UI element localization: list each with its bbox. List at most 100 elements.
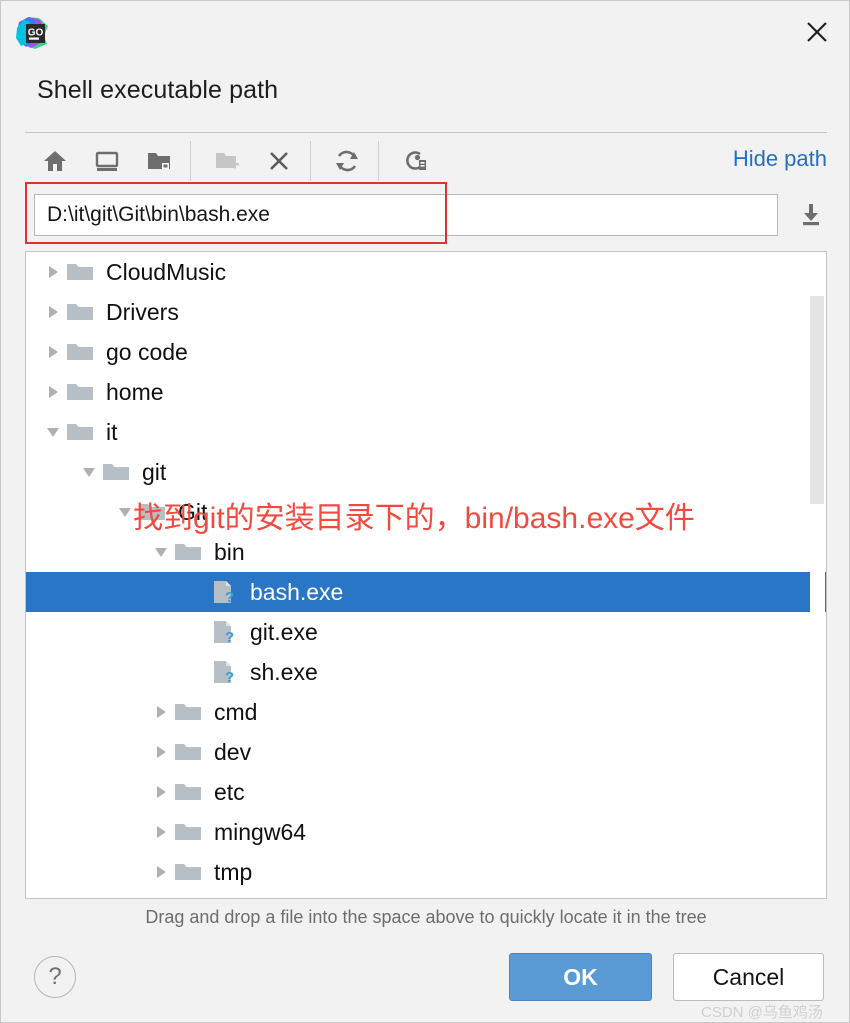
watermark: CSDN @乌鱼鸡汤 [701,1004,823,1021]
tree-row-label: bin [214,538,245,565]
folder-icon [139,504,165,520]
home-icon [44,151,66,171]
chevron-down-icon [83,468,95,477]
unknown-file-icon: ? [214,581,234,605]
tree-row[interactable]: ? git.exe [26,612,826,652]
folder-icon [67,264,93,280]
tree-row-label: go code [106,338,188,365]
tree-row[interactable]: ? sh.exe [26,652,826,692]
tree-row[interactable]: bin [26,532,826,572]
folder-icon [174,532,208,572]
chevron-down-icon [155,548,167,557]
chevron-down-icon[interactable] [148,532,174,572]
tree-row[interactable]: CloudMusic [26,252,826,292]
chevron-down-icon[interactable] [40,412,66,452]
folder-icon [175,864,201,880]
chevron-right-icon[interactable] [40,372,66,412]
tree-row[interactable]: etc [26,772,826,812]
toolbar-divider-2 [310,141,311,181]
folder-icon [67,344,93,360]
chevron-right-icon[interactable] [148,812,174,852]
ok-button[interactable]: OK [509,953,652,1001]
folder-icon [175,784,201,800]
unknown-file-icon: ? [210,572,244,612]
tree-row[interactable]: ? bash.exe [26,572,826,612]
chevron-right-icon[interactable] [148,772,174,812]
tree-twisty-placeholder [184,612,210,652]
new-folder-icon-button [207,142,247,180]
tree-row-label: tmp [214,858,253,885]
desktop-icon-button[interactable] [87,142,127,180]
chevron-right-icon[interactable] [148,852,174,892]
folder-icon [103,464,129,480]
tree-row-label: dev [214,738,252,765]
chevron-right-icon[interactable] [148,732,174,772]
page-title: Shell executable path [37,76,279,104]
goland-logo-icon: GO [15,14,53,52]
tree-scrollbar-thumb[interactable] [810,296,824,504]
tree-row[interactable]: git [26,452,826,492]
tree-row-label: it [106,418,118,445]
chevron-right-icon [49,386,58,398]
tree-row[interactable]: dev [26,732,826,772]
folder-icon [67,384,93,400]
folder-icon [174,732,208,772]
delete-icon-button[interactable] [259,142,299,180]
hide-path-link[interactable]: Hide path [733,146,827,172]
tree-row-label: etc [214,778,245,805]
header-divider [25,132,827,133]
tree-row[interactable]: it [26,412,826,452]
tree-row-label: sh.exe [250,658,318,685]
chevron-right-icon [49,306,58,318]
folder-icon [66,292,100,332]
folder-icon [175,704,201,720]
tree-row-label: Drivers [106,298,179,325]
tree-row-label: git.exe [250,618,318,645]
refresh-icon [336,150,358,172]
svg-text:GO: GO [28,28,44,39]
home-icon-button[interactable] [35,142,75,180]
tree-row[interactable]: home [26,372,826,412]
chevron-right-icon [49,266,58,278]
tree-row[interactable]: mingw64 [26,812,826,852]
delete-icon [270,152,288,170]
show-hidden-icon [406,151,426,170]
unknown-file-icon: ? [214,661,234,685]
tree-row[interactable]: tmp [26,852,826,892]
new-folder-icon [216,153,239,169]
tree-row[interactable]: cmd [26,692,826,732]
refresh-icon-button[interactable] [327,142,367,180]
folder-icon [102,452,136,492]
path-row: D:\it\git\Git\bin\bash.exe [25,182,828,244]
show-hidden-icon-button[interactable] [395,142,435,180]
close-button[interactable] [795,11,839,53]
chevron-right-icon[interactable] [40,252,66,292]
folder-icon [175,824,201,840]
folder-icon [66,412,100,452]
help-button[interactable]: ? [34,956,76,998]
tree-row[interactable]: go code [26,332,826,372]
svg-text:?: ? [225,629,234,645]
tree-row[interactable]: Git [26,492,826,532]
file-tree[interactable]: CloudMusic Drivers go code home it git Git bin?… [25,251,827,899]
chevron-right-icon [157,786,166,798]
tree-row-label: home [106,378,164,405]
tree-row[interactable]: Drivers [26,292,826,332]
folder-icon [174,772,208,812]
tree-scrollbar[interactable] [810,253,825,898]
path-input[interactable]: D:\it\git\Git\bin\bash.exe [34,194,778,236]
chevron-right-icon[interactable] [148,692,174,732]
folder-icon [67,424,93,440]
tree-row-label: git [142,458,167,485]
tree-row-label: bash.exe [250,578,344,605]
project-folder-icon-button[interactable] [139,142,179,180]
unknown-file-icon: ? [214,621,234,645]
chevron-down-icon[interactable] [112,492,138,532]
chevron-right-icon[interactable] [40,332,66,372]
folder-icon [66,252,100,292]
cancel-button[interactable]: Cancel [673,953,824,1001]
chevron-down-icon[interactable] [76,452,102,492]
download-icon-button[interactable] [794,199,828,231]
dialog-titlebar: GO [1,1,850,63]
chevron-right-icon[interactable] [40,292,66,332]
